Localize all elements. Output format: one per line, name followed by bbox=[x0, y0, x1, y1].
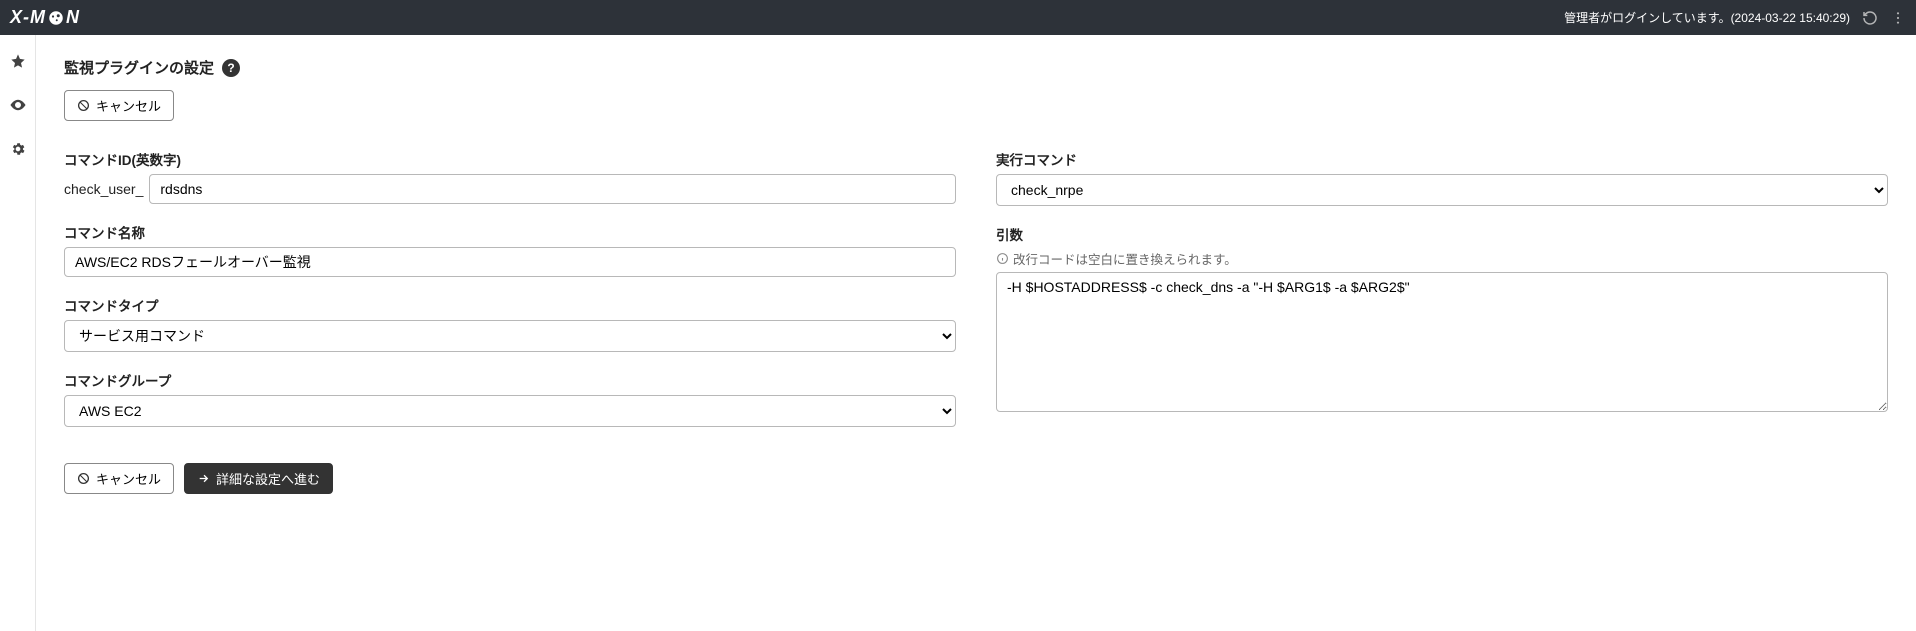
more-vertical-icon[interactable] bbox=[1890, 10, 1906, 26]
gear-icon bbox=[10, 141, 26, 157]
proceed-button[interactable]: 詳細な設定へ進む bbox=[184, 463, 333, 494]
login-status-text: 管理者がログインしています。(2024-03-22 15:40:29) bbox=[1564, 9, 1850, 26]
command-id-prefix: check_user_ bbox=[64, 181, 143, 197]
page-title-row: 監視プラグインの設定 ? bbox=[64, 57, 1888, 78]
sidebar-item-favorites[interactable] bbox=[10, 53, 26, 74]
star-icon bbox=[10, 53, 26, 69]
command-group-label: コマンドグループ bbox=[64, 370, 956, 390]
eye-icon bbox=[9, 96, 27, 114]
main-content: 監視プラグインの設定 ? キャンセル コマンドID(英数字) check_use… bbox=[36, 35, 1916, 631]
reload-icon[interactable] bbox=[1862, 10, 1878, 26]
cancel-icon bbox=[77, 472, 90, 485]
command-group-select[interactable]: AWS EC2 bbox=[64, 395, 956, 427]
topbar-right: 管理者がログインしています。(2024-03-22 15:40:29) bbox=[1564, 9, 1906, 26]
arrow-right-icon bbox=[197, 472, 210, 485]
args-note: 改行コードは空白に置き換えられます。 bbox=[996, 249, 1888, 268]
command-id-input[interactable] bbox=[149, 174, 956, 204]
exec-command-label: 実行コマンド bbox=[996, 149, 1888, 169]
cancel-button-bottom[interactable]: キャンセル bbox=[64, 463, 174, 494]
sidebar-item-settings[interactable] bbox=[10, 141, 26, 162]
command-id-label: コマンドID(英数字) bbox=[64, 149, 956, 169]
info-icon bbox=[996, 252, 1009, 265]
help-icon[interactable]: ? bbox=[222, 59, 240, 77]
topbar: X-M N 管理者がログインしています。(2024-03-22 15:40:29… bbox=[0, 0, 1916, 35]
args-label: 引数 bbox=[996, 224, 1888, 244]
cancel-button-top[interactable]: キャンセル bbox=[64, 90, 174, 121]
sidebar bbox=[0, 35, 36, 631]
form-left-column: コマンドID(英数字) check_user_ コマンド名称 コマンドタイプ サ… bbox=[64, 149, 956, 445]
cancel-icon bbox=[77, 99, 90, 112]
command-type-select[interactable]: サービス用コマンド bbox=[64, 320, 956, 352]
command-type-label: コマンドタイプ bbox=[64, 295, 956, 315]
command-name-label: コマンド名称 bbox=[64, 222, 956, 242]
command-name-input[interactable] bbox=[64, 247, 956, 277]
sidebar-item-monitoring[interactable] bbox=[9, 96, 27, 119]
logo-moon-icon bbox=[47, 9, 65, 27]
logo: X-M N bbox=[10, 7, 80, 28]
action-row: キャンセル 詳細な設定へ進む bbox=[64, 463, 1888, 494]
form-right-column: 実行コマンド check_nrpe 引数 改行コードは空白に置き換えられます。 bbox=[996, 149, 1888, 445]
exec-command-select[interactable]: check_nrpe bbox=[996, 174, 1888, 206]
args-textarea[interactable] bbox=[996, 272, 1888, 412]
page-title: 監視プラグインの設定 bbox=[64, 57, 214, 78]
